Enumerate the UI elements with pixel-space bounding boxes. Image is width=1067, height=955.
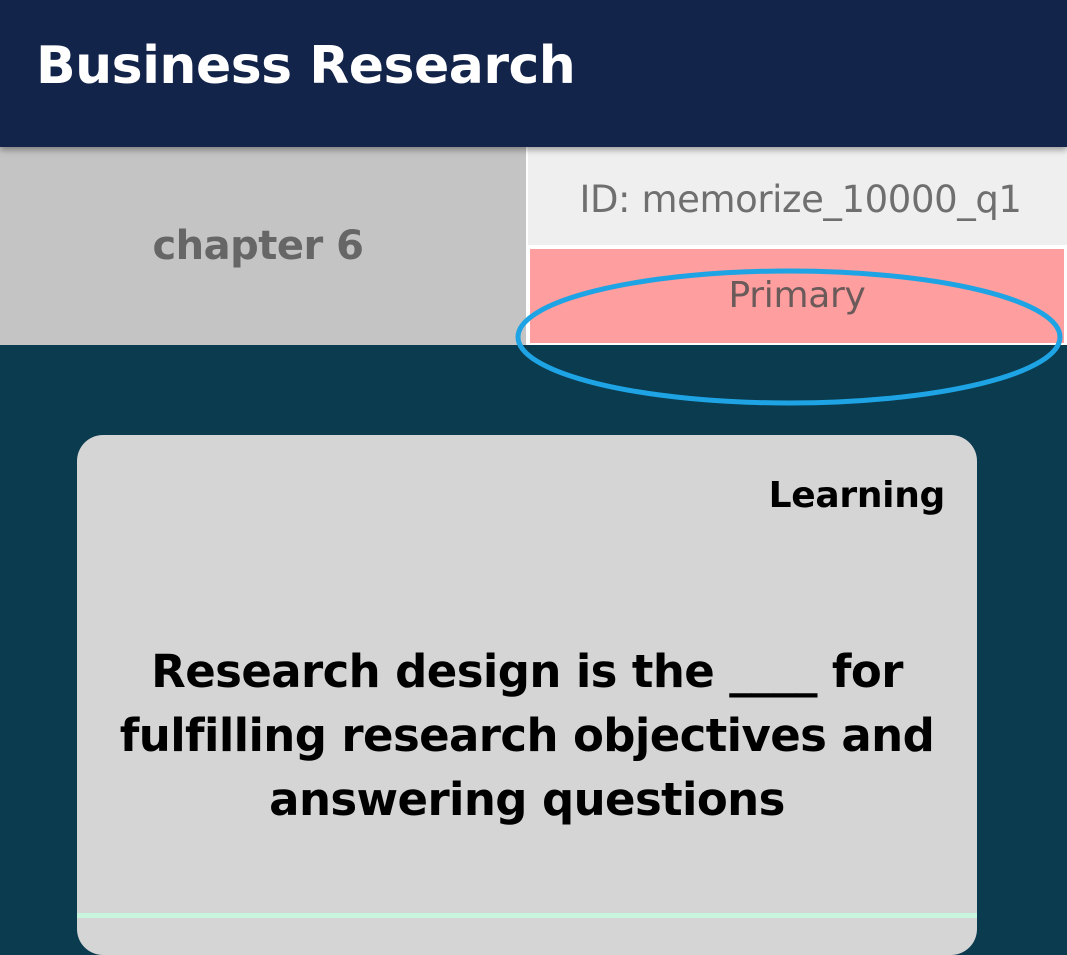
question-id-cell: ID: memorize_10000_q1 <box>528 147 1067 245</box>
card-mode-label: Learning <box>768 475 946 516</box>
info-strip: chapter 6 ID: memorize_10000_q1 Primary <box>0 147 1067 406</box>
chapter-label: chapter 6 <box>152 223 364 269</box>
app-title: Business Research <box>36 36 576 96</box>
question-id-label: ID: memorize_10000_q1 <box>579 177 1022 221</box>
chapter-cell[interactable]: chapter 6 <box>0 147 526 345</box>
card-bottom-accent <box>77 913 977 918</box>
flashcard[interactable]: Learning Research design is the ____ for… <box>77 435 977 955</box>
question-type-label: Primary <box>728 274 866 316</box>
app-bar: Business Research <box>0 0 1067 147</box>
question-type-badge: Primary <box>530 249 1064 343</box>
card-question-text: Research design is the ____ for fulfilli… <box>119 645 935 826</box>
